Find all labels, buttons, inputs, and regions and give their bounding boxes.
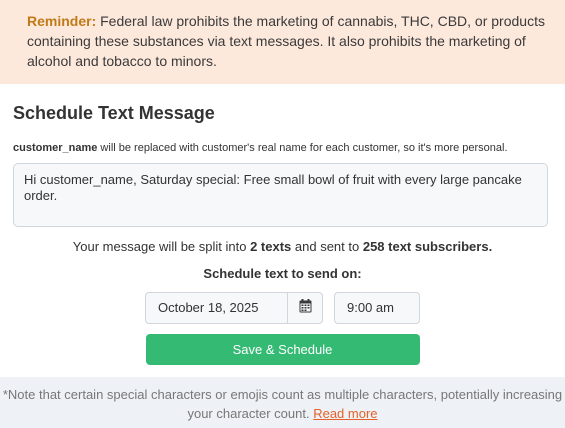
hint-text: will be replaced with customer's real na… [97,142,508,154]
personalization-hint: customer_name will be replaced with cust… [13,141,552,155]
datetime-row: October 18, 2025 9:00 am [13,292,552,324]
split-info: Your message will be split into 2 texts … [13,238,552,255]
schedule-panel: Schedule Text Message customer_name will… [0,101,565,365]
schedule-send-label: Schedule text to send on: [203,266,362,281]
message-textarea[interactable]: Hi customer_name, Saturday special: Free… [13,163,548,227]
save-schedule-button[interactable]: Save & Schedule [145,334,420,365]
character-note: *Note that certain special characters or… [0,377,565,428]
page-title: Schedule Text Message [13,103,215,123]
split-prefix: Your message will be split into [72,239,251,254]
time-input[interactable]: 9:00 am [334,292,420,324]
note-text: *Note that certain special characters or… [2,387,563,421]
reminder-banner: Reminder: Federal law prohibits the mark… [0,0,565,84]
reminder-text: Federal law prohibits the marketing of c… [27,13,545,69]
hint-token: customer_name [13,142,98,154]
calendar-button[interactable] [287,292,323,324]
reminder-label: Reminder: [27,13,97,29]
split-middle: and sent to [291,239,363,254]
date-input[interactable]: October 18, 2025 [145,292,287,324]
read-more-link[interactable]: Read more [313,406,377,421]
split-count: 2 texts [250,239,292,254]
calendar-icon [299,298,312,318]
subscriber-count: 258 text subscribers. [362,239,493,254]
